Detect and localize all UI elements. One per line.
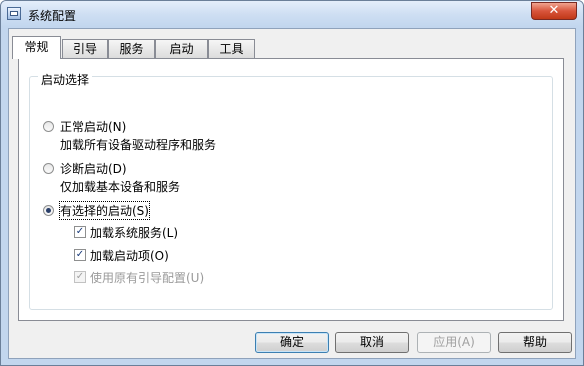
use-original-boot-config-checkbox: ✓ [74,271,86,283]
load-startup-items-label[interactable]: 加载启动项(O) [90,247,169,264]
ok-button[interactable]: 确定 [255,332,329,353]
apply-button: 应用(A) [417,332,491,353]
use-original-boot-config-label: 使用原有引导配置(U) [90,271,205,285]
normal-startup-description: 加载所有设备驱动程序和服务 [60,138,217,152]
tab-services-label: 服务 [119,42,144,56]
tab-boot[interactable]: 引导 [62,39,108,58]
tab-general-label: 常规 [24,40,49,54]
ok-button-label: 确定 [279,335,304,349]
cancel-button[interactable]: 取消 [335,332,409,353]
system-config-app-icon [7,7,21,20]
tab-tools-label: 工具 [219,42,244,56]
help-button[interactable]: 帮助 [498,332,572,353]
load-system-services-checkbox[interactable]: ✓ [74,226,86,238]
diagnostic-startup-label[interactable]: 诊断启动(D) [60,160,127,177]
cancel-button-label: 取消 [359,335,384,349]
window-title: 系统配置 [28,9,77,23]
normal-startup-radio[interactable] [43,121,54,132]
diagnostic-startup-radio[interactable] [43,163,54,174]
system-config-window: 系统配置 ✕ 常规 引导 服务 启动 工具 启动选择 正常启动(N) 加载所有设… [0,0,584,366]
normal-startup-label[interactable]: 正常启动(N) [60,118,126,135]
apply-button-label: 应用(A) [433,335,475,349]
close-button[interactable]: ✕ [531,2,577,20]
startup-selection-label: 启动选择 [38,71,93,88]
title-bar[interactable]: 系统配置 ✕ [1,1,583,27]
selective-startup-radio[interactable] [43,205,54,216]
general-tab-panel: 启动选择 正常启动(N) 加载所有设备驱动程序和服务 诊断启动(D) 仅加载基本… [18,58,564,321]
tab-startup[interactable]: 启动 [155,39,208,58]
dialog-client-area: 常规 引导 服务 启动 工具 启动选择 正常启动(N) 加载所有设备驱动程序和服… [8,28,576,359]
help-button-label: 帮助 [522,335,547,349]
load-system-services-label[interactable]: 加载系统服务(L) [90,224,178,241]
load-startup-items-checkbox[interactable]: ✓ [74,249,86,261]
tab-tools[interactable]: 工具 [208,39,255,58]
tab-services[interactable]: 服务 [108,39,155,58]
tab-boot-label: 引导 [72,42,97,56]
close-icon: ✕ [548,3,560,18]
selective-startup-label[interactable]: 有选择的启动(S) [59,201,150,220]
tab-startup-label: 启动 [169,42,194,56]
diagnostic-startup-description: 仅加载基本设备和服务 [60,180,181,194]
tab-general[interactable]: 常规 [12,36,61,59]
